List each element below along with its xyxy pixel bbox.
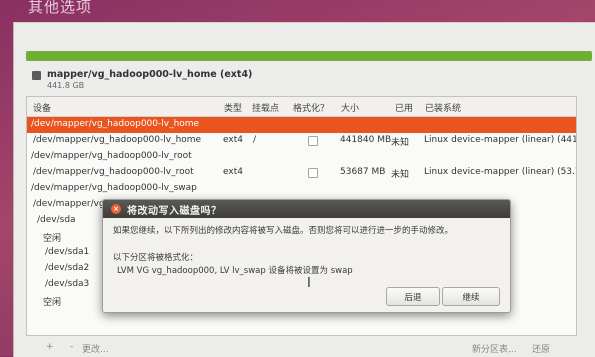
column-header-type[interactable]: 类型 [224,101,242,114]
dialog-format-heading: 以下分区将被格式化： [113,253,199,263]
row-device: /dev/sda1 [45,247,90,257]
partition-toolbar: + - 更改... 新分区表... 还原 [26,336,575,356]
row-device: /dev/sda2 [45,263,90,273]
disk-usage-fill [27,52,591,60]
disk-icon [32,71,41,80]
remove-partition-button[interactable]: - [70,342,73,352]
revert-button[interactable]: 还原 [532,342,550,355]
dialog-title: 将改动写入磁盘吗？ [127,205,222,217]
table-header: 设备 类型 挂载点 格式化？ 大小 已用 已装系统 [27,97,576,117]
table-row[interactable]: /dev/mapper/vg_hadoop000-lv_root ext4 53… [27,165,576,181]
row-device: /dev/sda [37,215,76,225]
partition-header: mapper/vg_hadoop000-lv_home (ext4) 441.8… [32,69,252,90]
row-size: 441840 MB [340,135,392,145]
column-header-format[interactable]: 格式化？ [293,101,329,114]
column-header-size[interactable]: 大小 [341,101,359,114]
new-partition-table-button[interactable]: 新分区表... [472,342,517,355]
row-used: 未知 [391,138,410,148]
column-header-device[interactable]: 设备 [33,101,51,114]
row-device: /dev/mapper/vg_hadoop000-lv_home [31,119,200,129]
table-row[interactable]: /dev/mapper/vg_hadoop000-lv_home [27,117,576,133]
row-used: 未知 [391,170,410,180]
column-header-system[interactable]: 已装系统 [425,101,461,114]
row-system: Linux device-mapper (linear) (441.8 [424,135,577,145]
partition-size: 441.8 GB [47,81,85,90]
add-partition-button[interactable]: + [46,342,54,352]
row-size: 53687 MB [340,167,386,177]
row-device: /dev/mapper/vg_hadoop000-lv_root [31,151,192,161]
row-device: /dev/mapper/vg_hadoop000-lv_root [33,167,194,177]
column-header-used[interactable]: 已用 [395,101,413,114]
text-cursor-icon: I [307,276,311,291]
dialog-format-item: LVM VG vg_hadoop000, LV lv_swap 设备将被设置为 … [117,266,353,276]
dialog-message: 如果您继续，以下所列出的修改内容将被写入磁盘。否则您将可以进行进一步的手动修改。 [113,226,454,236]
dialog-titlebar: × 将改动写入磁盘吗？ [103,200,510,218]
row-device: 空闲 [43,298,62,308]
format-checkbox[interactable] [308,168,318,178]
disk-usage-bar [26,51,592,61]
row-mount: / [253,135,257,145]
table-row[interactable]: /dev/mapper/vg_hadoop000-lv_root [27,149,576,165]
continue-button[interactable]: 继续 [442,287,500,306]
write-changes-dialog: × 将改动写入磁盘吗？ 如果您继续，以下所列出的修改内容将被写入磁盘。否则您将可… [102,199,511,313]
row-system: Linux device-mapper (linear) (53.7 C [424,167,577,177]
row-device: /dev/mapper/vg_hadoop000-lv_home [33,135,202,145]
partition-name: mapper/vg_hadoop000-lv_home (ext4) [47,69,253,80]
row-device: /dev/sda3 [45,279,90,289]
page-title: 其他选项 [28,0,93,16]
row-device: /dev/mapper/vg_hadoop000-lv_swap [31,183,197,193]
row-type: ext4 [223,135,243,145]
change-partition-button[interactable]: 更改... [82,342,109,355]
table-row[interactable]: /dev/mapper/vg_hadoop000-lv_home ext4 / … [27,133,576,149]
row-type: ext4 [223,167,243,177]
table-row[interactable]: /dev/mapper/vg_hadoop000-lv_swap [27,181,576,197]
format-checkbox[interactable] [308,136,318,146]
back-button[interactable]: 后退 [386,287,440,306]
column-header-mount[interactable]: 挂载点 [252,101,279,114]
close-icon[interactable]: × [111,204,121,214]
row-device: 空闲 [43,234,62,244]
